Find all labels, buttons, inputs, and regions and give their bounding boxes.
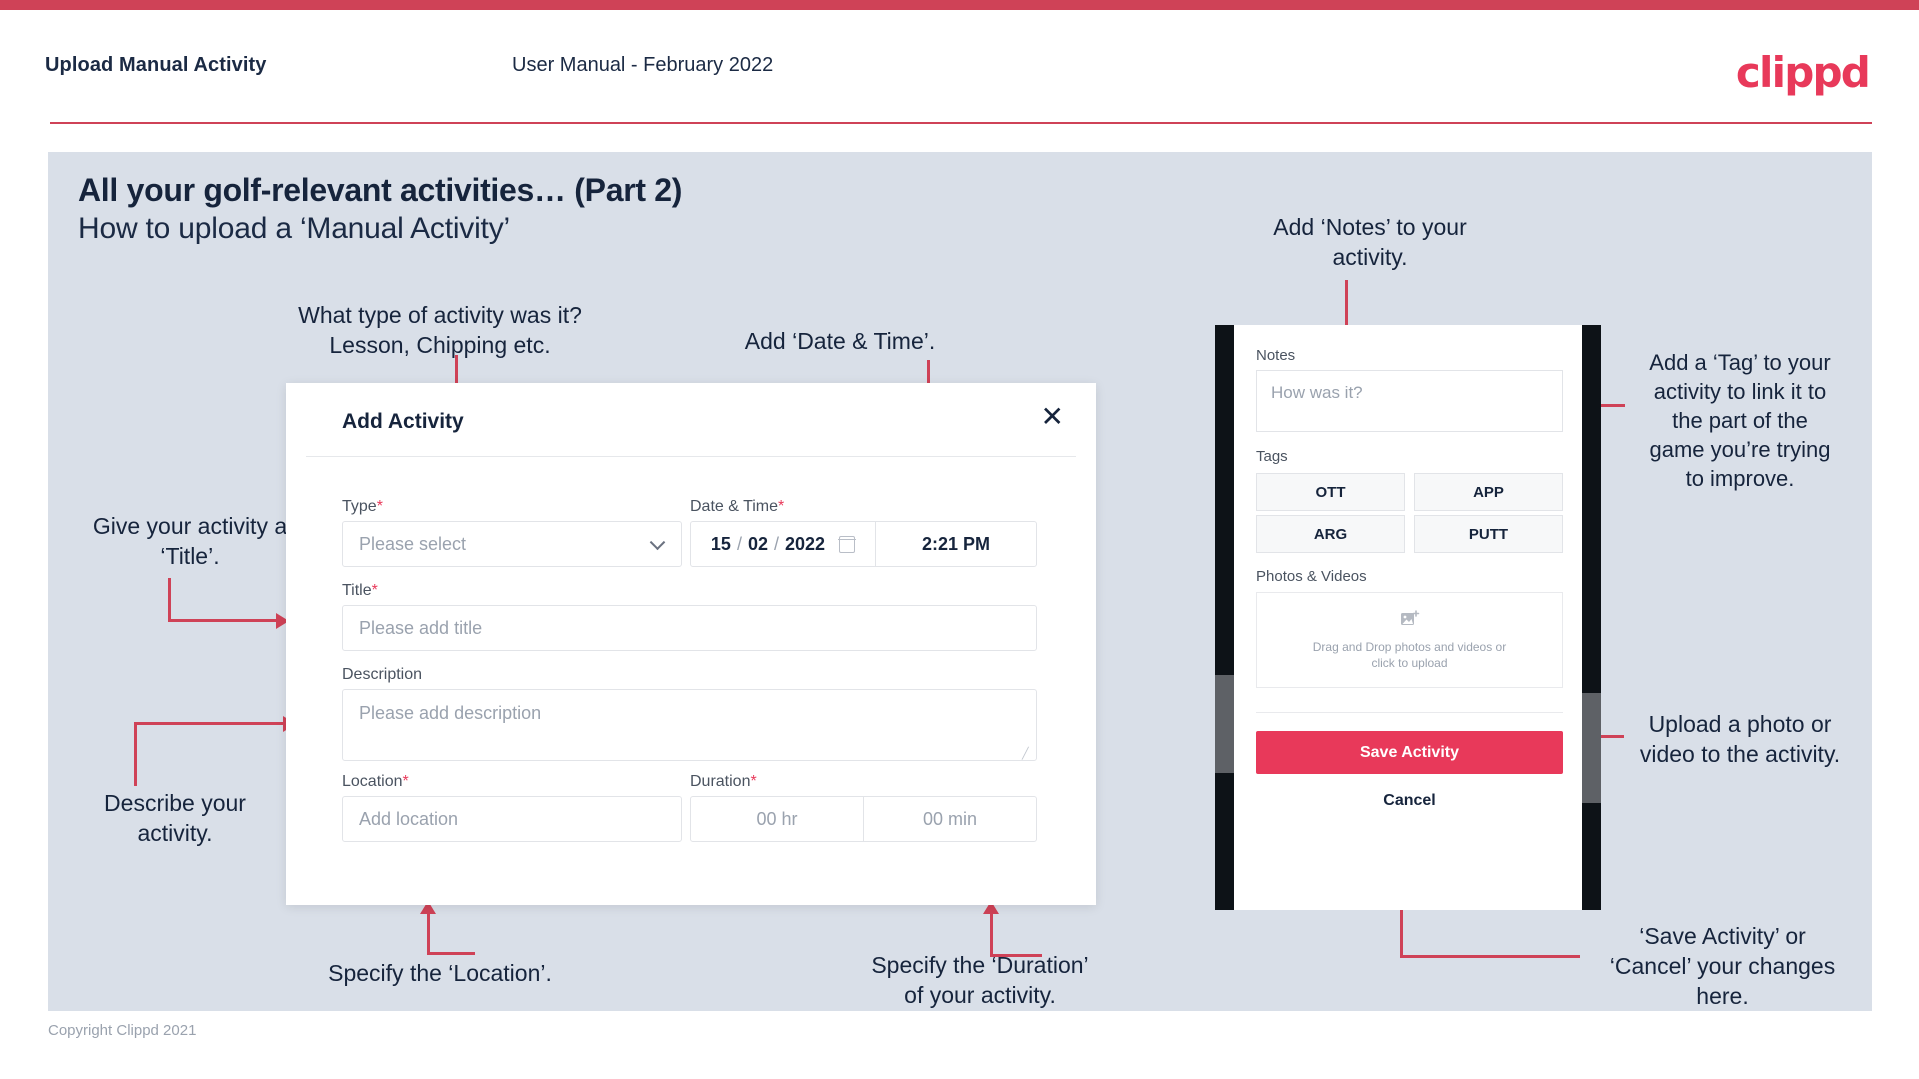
leader-dur-h (990, 954, 1042, 957)
type-select[interactable]: Please select (342, 521, 682, 567)
date-input[interactable]: 15 / 02 / 2022 (691, 522, 876, 566)
phone-notes-placeholder: How was it? (1271, 383, 1363, 402)
time-value: 2:21 PM (921, 533, 991, 554)
annotation-datetime: Add ‘Date & Time’. (744, 328, 936, 354)
leader-save-h (1400, 955, 1580, 958)
type-label-text: Type (342, 498, 377, 515)
page-header: Upload Manual Activity User Manual - Feb… (0, 10, 1919, 122)
tag-button-arg[interactable]: ARG (1256, 515, 1405, 553)
duration-minutes-placeholder: 00 min (922, 808, 978, 829)
title-label-text: Title (342, 582, 372, 599)
header-title: Upload Manual Activity (45, 54, 267, 76)
close-icon[interactable]: ✕ (1041, 403, 1064, 431)
add-activity-dialog: Add Activity ✕ Type* Please select Date … (286, 383, 1096, 905)
annotation-type: What type of activity was it? Lesson, Ch… (298, 302, 582, 358)
annotation-duration: Specify the ‘Duration’ of your activity. (871, 952, 1089, 1008)
chevron-down-icon (649, 534, 666, 551)
photo-dropzone-line1: Drag and Drop photos and videos or (1312, 639, 1507, 654)
leader-loc-v (427, 907, 430, 955)
location-input[interactable]: Add location (342, 796, 682, 842)
photo-dropzone-line2: click to upload (1371, 655, 1448, 670)
location-label: Location* (342, 773, 409, 791)
date-month: 02 (747, 533, 768, 554)
type-placeholder: Please select (359, 533, 467, 554)
description-textarea[interactable]: Please add description ╱ (342, 689, 1037, 761)
datetime-field[interactable]: 15 / 02 / 2022 2:21 PM (690, 521, 1037, 567)
leader-dur-v (990, 907, 993, 957)
add-image-icon (1400, 609, 1420, 633)
tag-button-ott[interactable]: OTT (1256, 473, 1405, 511)
title-required: * (371, 582, 378, 599)
duration-hours-input[interactable]: 00 hr (691, 797, 863, 841)
header-subtitle: User Manual - February 2022 (512, 54, 774, 76)
duration-hours-placeholder: 00 hr (756, 808, 798, 829)
leader-desc-v (134, 722, 137, 786)
annotation-location: Specify the ‘Location’. (328, 960, 552, 986)
dialog-header-divider (306, 456, 1076, 457)
phone-photos-label: Photos & Videos (1256, 568, 1367, 585)
date-sep-1: / (736, 533, 742, 554)
leader-tag-h1 (1600, 404, 1625, 407)
duration-label-text: Duration (690, 773, 751, 790)
date-year: 2022 (785, 533, 826, 554)
resize-grip-icon[interactable]: ╱ (1022, 747, 1031, 760)
leader-title-v (168, 578, 171, 622)
title-input[interactable]: Please add title (342, 605, 1037, 651)
description-placeholder: Please add description (359, 703, 542, 723)
calendar-icon[interactable] (838, 535, 856, 553)
dialog-title: Add Activity (342, 410, 464, 433)
photo-dropzone-text: Drag and Drop photos and videos or click… (1313, 639, 1506, 671)
duration-label: Duration* (690, 773, 757, 791)
tag-button-app[interactable]: APP (1414, 473, 1563, 511)
copyright-text: Copyright Clippd 2021 (48, 1022, 197, 1039)
description-label-text: Description (342, 666, 423, 683)
phone-notes-input[interactable]: How was it? (1256, 370, 1563, 432)
location-placeholder: Add location (359, 808, 459, 829)
phone-bezel-left (1215, 325, 1234, 910)
top-accent-bar (0, 0, 1919, 10)
phone-screen: Notes How was it? Tags OTT APP ARG PUTT … (1234, 325, 1582, 910)
location-required: * (402, 773, 409, 790)
datetime-label-text: Date & Time (690, 498, 779, 515)
description-label: Description (342, 666, 422, 684)
header-divider (50, 122, 1872, 124)
date-sep-2: / (774, 533, 780, 554)
duration-required: * (750, 773, 757, 790)
annotation-tag: Add a ‘Tag’ to your activity to link it … (1649, 350, 1831, 491)
time-input[interactable]: 2:21 PM (876, 522, 1036, 566)
cancel-button[interactable]: Cancel (1256, 792, 1563, 810)
leader-loc-h (427, 952, 475, 955)
save-activity-button[interactable]: Save Activity (1256, 731, 1563, 774)
leader-title-h (168, 619, 278, 622)
phone-bezel-right (1582, 325, 1601, 910)
photo-dropzone[interactable]: Drag and Drop photos and videos or click… (1256, 592, 1563, 688)
datetime-required: * (778, 498, 785, 515)
slide-heading: All your golf-relevant activities… (Part… (78, 172, 683, 208)
phone-button-right (1582, 693, 1601, 803)
phone-button-left (1215, 675, 1234, 773)
datetime-label: Date & Time* (690, 498, 784, 516)
phone-notes-label: Notes (1256, 347, 1296, 364)
duration-minutes-input[interactable]: 00 min (863, 797, 1036, 841)
leader-desc-h (134, 722, 286, 725)
clippd-logo: clippd (1735, 48, 1871, 97)
annotation-describe: Describe your activity. (104, 790, 246, 846)
annotation-save: ‘Save Activity’ or ‘Cancel’ your changes… (1609, 923, 1836, 1009)
title-label: Title* (342, 582, 378, 600)
annotation-upload: Upload a photo or video to the activity. (1639, 711, 1841, 767)
type-label: Type* (342, 498, 383, 516)
phone-tags-label: Tags (1256, 448, 1288, 465)
annotation-notes: Add ‘Notes’ to your activity. (1273, 214, 1467, 270)
location-label-text: Location (342, 773, 403, 790)
duration-field: 00 hr 00 min (690, 796, 1037, 842)
phone-mockup: Notes How was it? Tags OTT APP ARG PUTT … (1215, 325, 1601, 910)
title-placeholder: Please add title (359, 617, 483, 638)
slide-subheading: How to upload a ‘Manual Activity’ (78, 212, 510, 245)
phone-divider (1256, 712, 1563, 713)
tag-button-putt[interactable]: PUTT (1414, 515, 1563, 553)
date-day: 15 (710, 533, 731, 554)
type-required: * (376, 498, 383, 515)
